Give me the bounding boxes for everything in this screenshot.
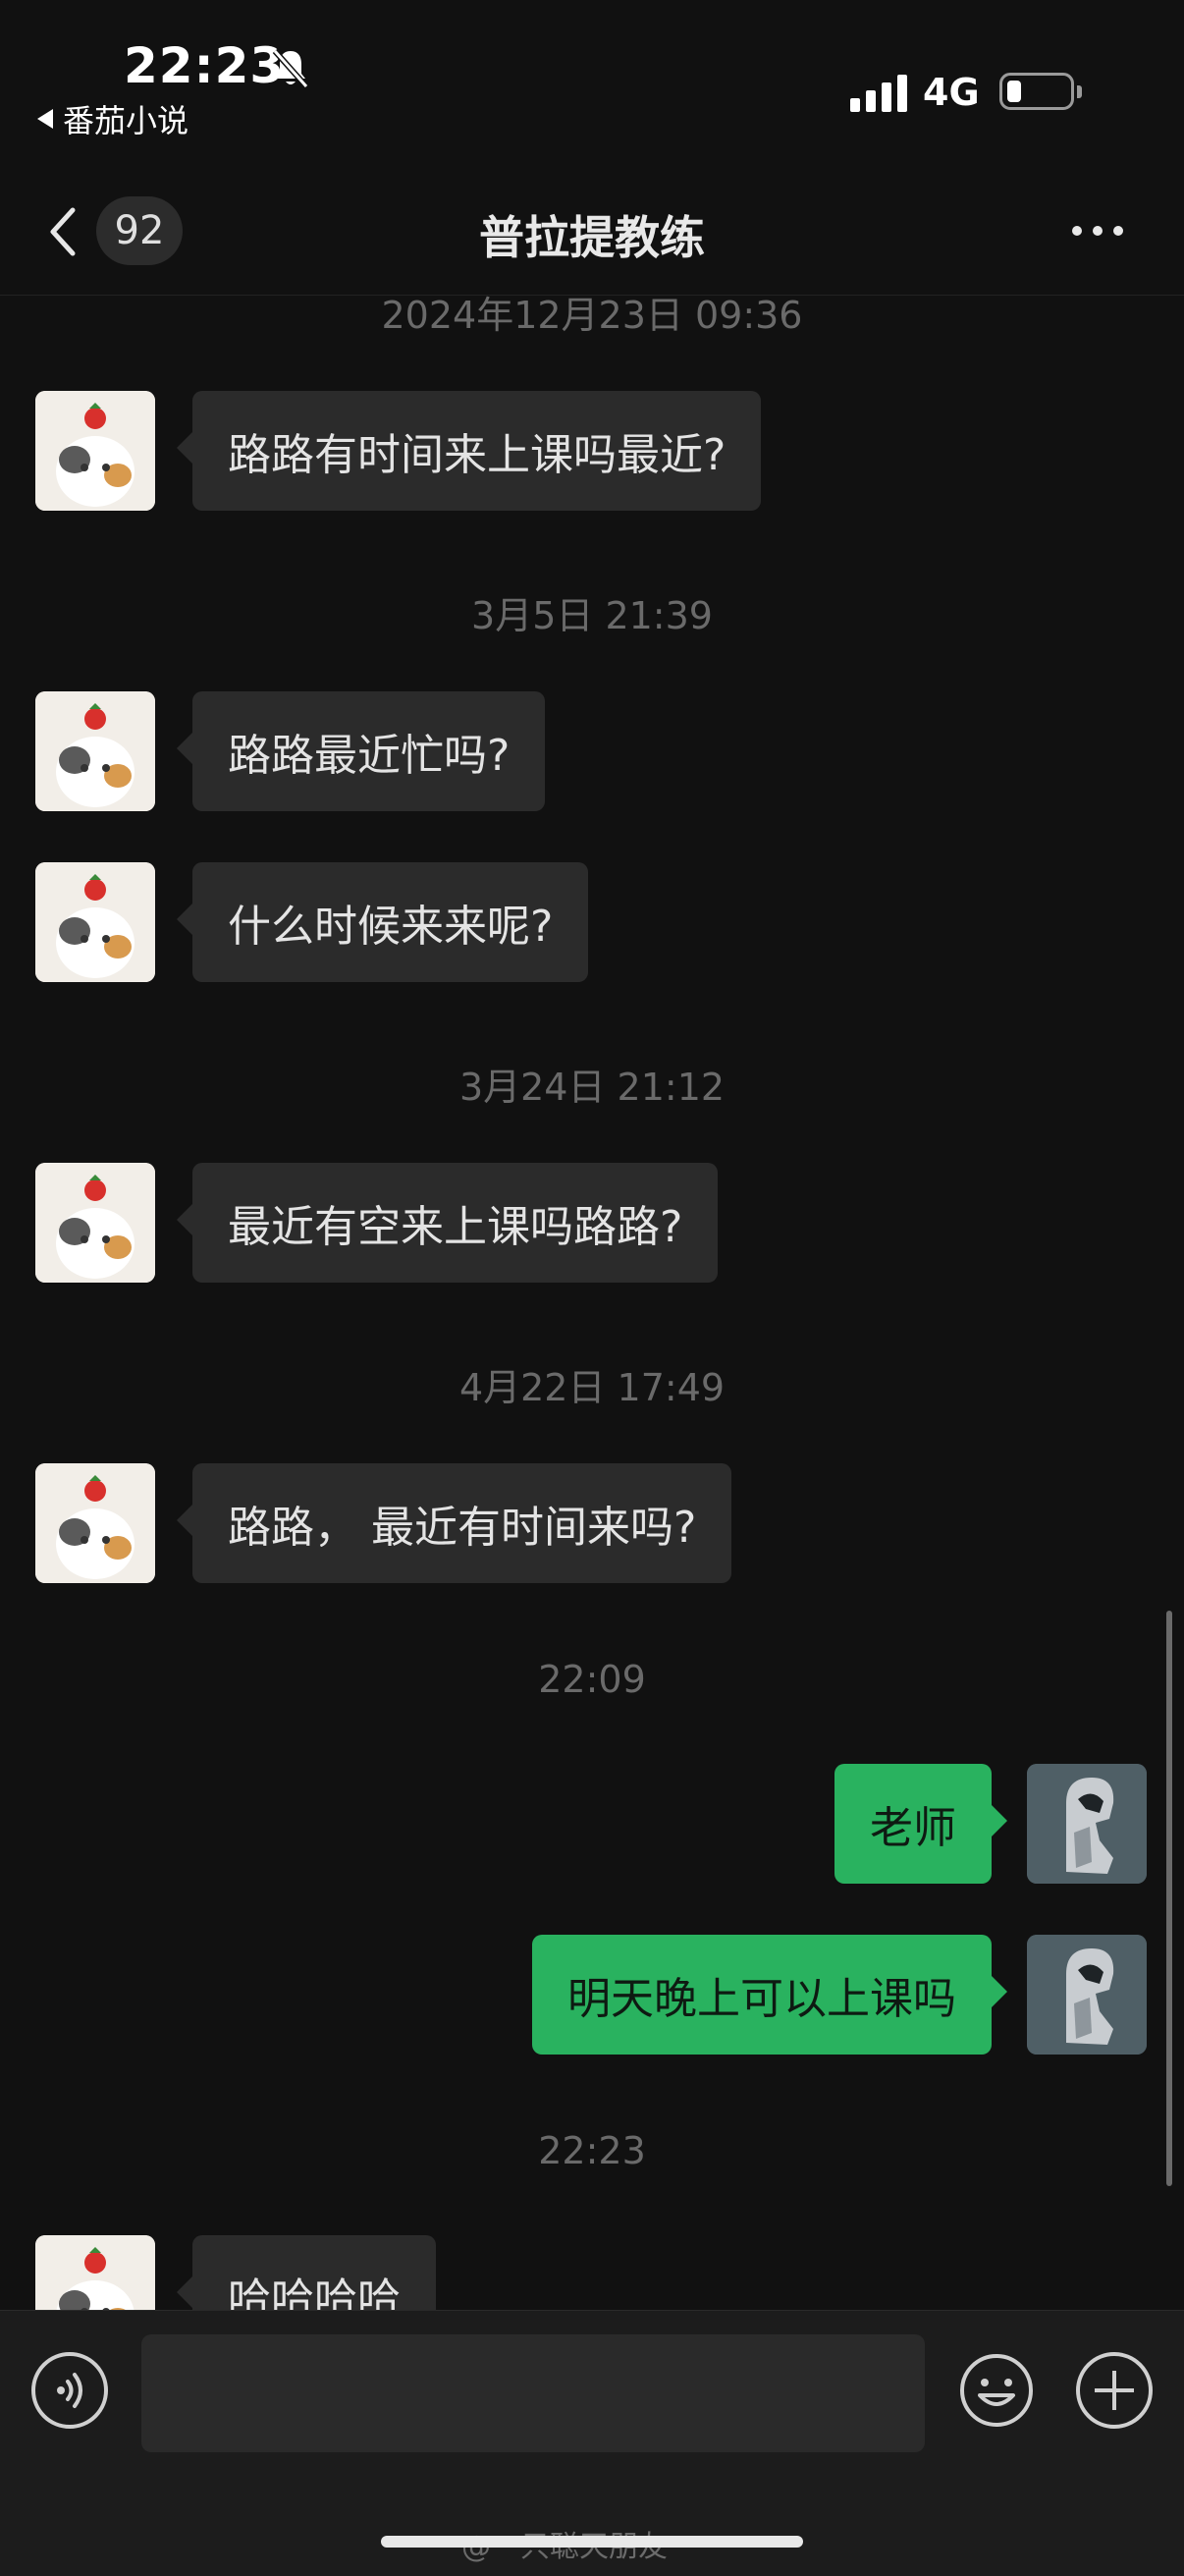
back-triangle-icon [37,109,53,129]
chrome-sculpture-avatar-icon [1027,1764,1147,1884]
home-indicator[interactable] [381,2536,803,2548]
mute-bell-icon [272,49,309,88]
outgoing-message-bubble[interactable]: 老师 [834,1764,1007,1884]
timestamp: 3月24日 21:12 [458,1066,726,1109]
timestamp: 22:23 [538,2129,646,2172]
emoji-icon[interactable] [958,2352,1035,2429]
user-avatar[interactable] [1027,1764,1147,1884]
timestamp: 4月22日 17:49 [458,1366,726,1409]
scrollbar[interactable] [1166,1611,1172,2186]
message-row: 路路有时间来上课吗最近? [0,391,1184,513]
more-dots-icon[interactable] [1072,226,1123,236]
incoming-message-bubble[interactable]: 哈哈哈哈 [177,2235,436,2310]
network-type: 4G [923,71,980,114]
incoming-message-bubble[interactable]: 最近有空来上课吗路路? [176,1163,719,1283]
incoming-message-bubble[interactable]: 什么时候来来呢? [176,862,589,982]
cat-avatar-icon [35,391,155,511]
message-row: 明天晚上可以上课吗 [0,1935,1184,2056]
user-avatar[interactable] [1027,1935,1147,2055]
plus-icon[interactable] [1076,2352,1153,2429]
message-row: 哈哈哈哈 [0,2235,1184,2310]
incoming-message-bubble[interactable]: 路路， 最近有时间来吗? [176,1463,732,1583]
incoming-message-bubble[interactable]: 路路有时间来上课吗最近? [176,391,762,511]
message-row: 老师 [0,1764,1184,1886]
contact-avatar[interactable] [35,691,155,811]
cat-avatar-icon [35,862,155,982]
voice-icon[interactable] [31,2352,108,2429]
chat-header: 92 普拉提教练 [0,177,1184,296]
message-list[interactable]: 2024年12月23日 09:36 路路有时间来上课吗最近? 3月5日 21:3… [0,295,1184,2310]
message-row: 什么时候来来呢? [0,862,1184,984]
message-input[interactable] [141,2334,925,2452]
battery-icon [999,73,1082,110]
cat-avatar-icon [35,691,155,811]
timestamp: 2024年12月23日 09:36 [381,295,803,337]
outgoing-message-bubble[interactable]: 明天晚上可以上课吗 [532,1935,1007,2055]
cat-avatar-icon [35,2235,155,2310]
cat-avatar-icon [35,1163,155,1283]
message-row: 路路， 最近有时间来吗? [0,1463,1184,1585]
signal-icon [850,73,907,112]
timestamp: 3月5日 21:39 [471,594,713,637]
contact-avatar[interactable] [35,1463,155,1583]
contact-avatar[interactable] [35,862,155,982]
contact-avatar[interactable] [35,391,155,511]
chat-title: 普拉提教练 [479,211,705,264]
chrome-sculpture-avatar-icon [1027,1935,1147,2055]
contact-avatar[interactable] [35,2235,155,2310]
contact-avatar[interactable] [35,1163,155,1283]
cat-avatar-icon [35,1463,155,1583]
message-row: 路路最近忙吗? [0,691,1184,813]
status-bar: 22:23 番茄小说 4G [0,0,1184,177]
incoming-message-bubble[interactable]: 路路最近忙吗? [176,691,546,811]
back-to-app-link[interactable]: 番茄小说 [37,96,188,141]
message-row: 最近有空来上课吗路路? [0,1163,1184,1285]
timestamp: 22:09 [538,1658,646,1701]
status-time: 22:23 [124,37,286,94]
back-app-label: 番茄小说 [63,102,189,139]
